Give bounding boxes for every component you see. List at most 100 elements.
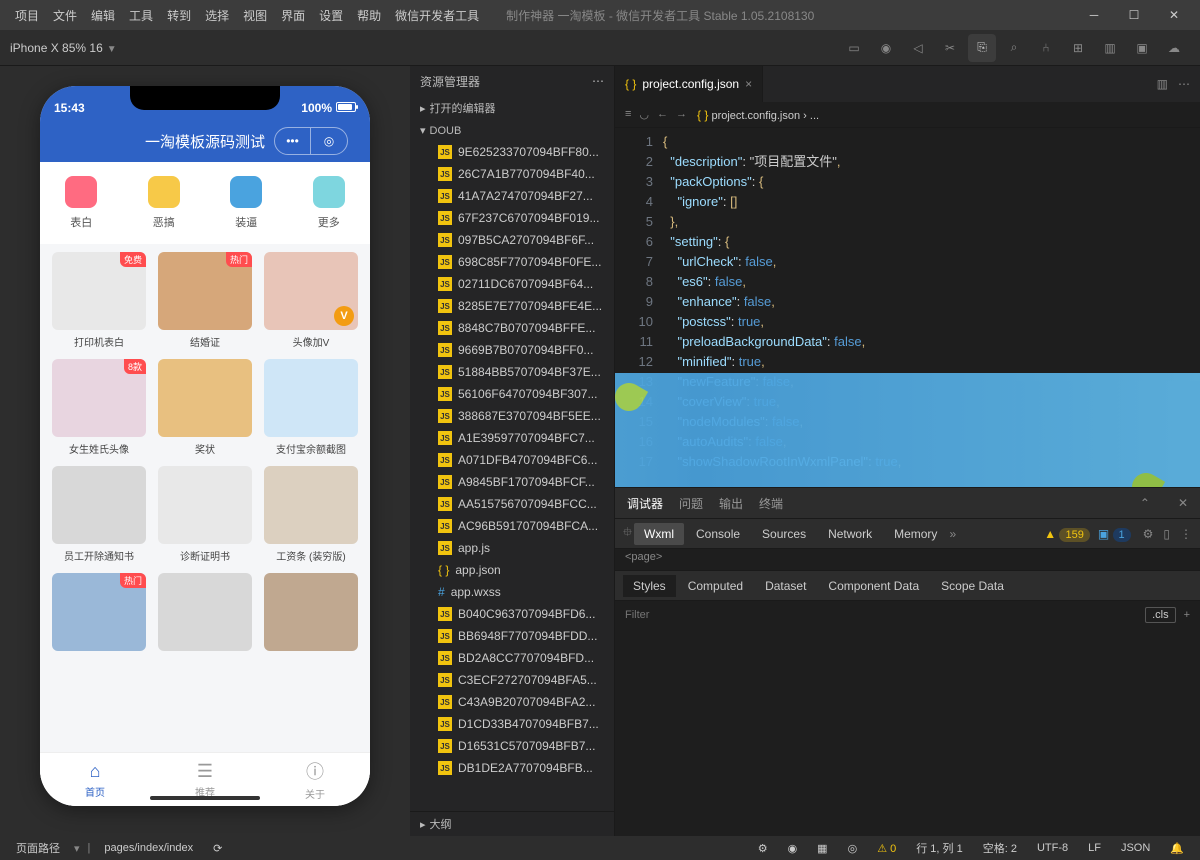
cursor-position[interactable]: 行 1, 列 1 — [910, 840, 968, 856]
file-item[interactable]: JS56106F64707094BF307... — [410, 383, 614, 405]
file-item[interactable]: JSAA515756707094BFCC... — [410, 493, 614, 515]
dataset-tab[interactable]: Dataset — [755, 575, 816, 597]
minimize-button[interactable]: ─ — [1076, 1, 1112, 29]
file-item[interactable]: JSapp.js — [410, 537, 614, 559]
output-tab[interactable]: 输出 — [719, 495, 743, 512]
menu-视图[interactable]: 视图 — [236, 9, 274, 23]
file-item[interactable]: JS698C85F7707094BF0FE... — [410, 251, 614, 273]
dock-icon[interactable]: ▯ — [1163, 527, 1170, 541]
git-icon[interactable]: ⑃ — [1032, 34, 1060, 62]
file-item[interactable]: JSA1E39597707094BFC7... — [410, 427, 614, 449]
warning-badge[interactable]: ▲ 159 — [1044, 527, 1090, 541]
quick-item[interactable]: 表白 — [40, 176, 123, 230]
list-icon[interactable]: ≡ — [625, 108, 631, 121]
page-route[interactable]: pages/index/index — [98, 842, 199, 854]
file-item[interactable]: { }app.json — [410, 559, 614, 581]
indentation[interactable]: 空格: 2 — [977, 840, 1023, 856]
computed-tab[interactable]: Computed — [678, 575, 753, 597]
menu-选择[interactable]: 选择 — [198, 9, 236, 23]
file-item[interactable]: JSB040C963707094BFD6... — [410, 603, 614, 625]
file-item[interactable]: JSC43A9B20707094BFA2... — [410, 691, 614, 713]
terminal-icon[interactable]: ▣ — [1128, 34, 1156, 62]
bell-icon[interactable]: 🔔 — [1164, 842, 1190, 855]
tab-关于[interactable]: ⓘ关于 — [260, 753, 370, 806]
menu-帮助[interactable]: 帮助 — [350, 9, 388, 23]
file-item[interactable]: JS097B5CA2707094BF6F... — [410, 229, 614, 251]
language-mode[interactable]: JSON — [1115, 842, 1156, 854]
add-style-icon[interactable]: + — [1184, 609, 1190, 621]
inspect-icon[interactable]: ⯐ — [623, 523, 632, 544]
more-actions-icon[interactable]: ⋯ — [1178, 77, 1190, 91]
wxml-tab[interactable]: Wxml — [634, 523, 684, 545]
eye-icon[interactable]: ◉ — [782, 842, 804, 855]
cls-button[interactable]: .cls — [1145, 607, 1176, 623]
card-item[interactable]: 奖状 — [156, 359, 254, 456]
console-tab[interactable]: Console — [686, 523, 750, 545]
card-item[interactable]: 员工开除通知书 — [50, 466, 148, 563]
file-item[interactable]: JSA071DFB4707094BFC6... — [410, 449, 614, 471]
card-item[interactable] — [262, 573, 360, 655]
styles-tab[interactable]: Styles — [623, 575, 676, 597]
bookmark-icon[interactable]: ◡ — [639, 108, 649, 121]
quick-item[interactable]: 更多 — [288, 176, 371, 230]
card-item[interactable]: 工资条 (装穷版) — [262, 466, 360, 563]
quick-item[interactable]: 装逼 — [205, 176, 288, 230]
file-item[interactable]: JS8285E7E7707094BFE4E... — [410, 295, 614, 317]
cut-icon[interactable]: ✂ — [936, 34, 964, 62]
device-icon[interactable]: ▭ — [840, 34, 868, 62]
record-icon[interactable]: ◉ — [872, 34, 900, 62]
breadcrumb[interactable]: { } project.config.json › ... — [697, 108, 819, 122]
editor-tab[interactable]: { } project.config.json × — [615, 66, 763, 102]
menu-项目[interactable]: 项目 — [8, 9, 46, 23]
settings-icon[interactable]: ⚙ — [1143, 527, 1154, 541]
close-icon[interactable]: × — [745, 77, 752, 91]
menu-设置[interactable]: 设置 — [312, 9, 350, 23]
sources-tab[interactable]: Sources — [752, 523, 816, 545]
file-item[interactable]: JSDB1DE2A7707094BFB... — [410, 757, 614, 779]
file-item[interactable]: JS9E625233707094BFF80... — [410, 141, 614, 163]
opened-editors-section[interactable]: ▸打开的编辑器 — [410, 96, 614, 120]
card-item[interactable]: 支付宝余额截图 — [262, 359, 360, 456]
file-item[interactable]: JSD16531C5707094BFB7... — [410, 735, 614, 757]
card-item[interactable]: 诊断证明书 — [156, 466, 254, 563]
scope-data-tab[interactable]: Scope Data — [931, 575, 1014, 597]
file-item[interactable]: JS9669B7B0707094BFF0... — [410, 339, 614, 361]
file-item[interactable]: JS41A7A274707094BF27... — [410, 185, 614, 207]
close-panel-icon[interactable]: ✕ — [1178, 496, 1188, 510]
file-item[interactable]: JSBB6948F7707094BFDD... — [410, 625, 614, 647]
file-item[interactable]: JSC3ECF272707094BFA5... — [410, 669, 614, 691]
file-item[interactable]: JSAC96B591707094BFCA... — [410, 515, 614, 537]
copy-icon[interactable]: ⎘ — [968, 34, 996, 62]
info-badge[interactable]: ▣ 1 — [1098, 527, 1131, 541]
file-item[interactable]: JS26C7A1B7707094BF40... — [410, 163, 614, 185]
menu-界面[interactable]: 界面 — [274, 9, 312, 23]
forward-icon[interactable]: → — [676, 108, 687, 121]
encoding[interactable]: UTF-8 — [1031, 842, 1074, 854]
outline-section[interactable]: ▸大纲 — [410, 811, 614, 836]
menu-转到[interactable]: 转到 — [160, 9, 198, 23]
capsule-menu[interactable]: ••• — [275, 128, 311, 154]
menu-微信开发者工具[interactable]: 微信开发者工具 — [388, 9, 486, 23]
file-item[interactable]: JS67F237C6707094BF019... — [410, 207, 614, 229]
search-icon[interactable]: ⌕ — [1000, 34, 1028, 62]
warnings-icon[interactable]: ⚠ 0 — [871, 842, 902, 855]
code-editor[interactable]: 1234567891011121314151617 { "description… — [615, 128, 1200, 487]
card-item[interactable]: 8款女生姓氏头像 — [50, 359, 148, 456]
project-section[interactable]: ▾DOUB — [410, 120, 614, 141]
device-selector[interactable]: iPhone X 85% 16▼ — [10, 41, 117, 55]
file-item[interactable]: JS8848C7B0707094BFFE... — [410, 317, 614, 339]
file-item[interactable]: JS388687E3707094BF5EE... — [410, 405, 614, 427]
extensions-icon[interactable]: ⊞ — [1064, 34, 1092, 62]
layers-icon[interactable]: ▦ — [811, 842, 833, 855]
problems-tab[interactable]: 问题 — [679, 495, 703, 512]
file-item[interactable]: JS51884BB5707094BF37E... — [410, 361, 614, 383]
collapse-icon[interactable]: ⌃ — [1140, 496, 1150, 510]
kebab-icon[interactable]: ⋮ — [1180, 527, 1192, 541]
mute-icon[interactable]: ◁ — [904, 34, 932, 62]
file-item[interactable]: JSA9845BF1707094BFCF... — [410, 471, 614, 493]
quick-item[interactable]: 恶搞 — [123, 176, 206, 230]
menu-文件[interactable]: 文件 — [46, 9, 84, 23]
memory-tab[interactable]: Memory — [884, 523, 947, 545]
network-tab[interactable]: Network — [818, 523, 882, 545]
card-item[interactable]: 热门结婚证 — [156, 252, 254, 349]
